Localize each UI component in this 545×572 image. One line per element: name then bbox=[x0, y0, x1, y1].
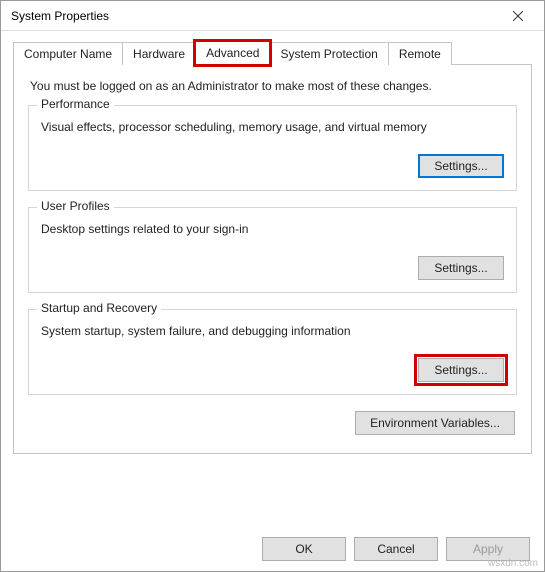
cancel-button[interactable]: Cancel bbox=[354, 537, 438, 561]
ok-button[interactable]: OK bbox=[262, 537, 346, 561]
environment-variables-button[interactable]: Environment Variables... bbox=[355, 411, 515, 435]
tab-computer-name[interactable]: Computer Name bbox=[13, 42, 123, 65]
group-startup-recovery-desc: System startup, system failure, and debu… bbox=[41, 324, 504, 338]
tab-advanced[interactable]: Advanced bbox=[195, 41, 270, 65]
dialog-content: Computer Name Hardware Advanced System P… bbox=[1, 31, 544, 454]
close-icon bbox=[513, 11, 523, 21]
performance-settings-button[interactable]: Settings... bbox=[418, 154, 504, 178]
tabstrip: Computer Name Hardware Advanced System P… bbox=[13, 41, 532, 65]
admin-notice: You must be logged on as an Administrato… bbox=[30, 79, 517, 93]
dialog-footer: OK Cancel Apply bbox=[262, 537, 530, 561]
titlebar: System Properties bbox=[1, 1, 544, 31]
user-profiles-settings-button[interactable]: Settings... bbox=[418, 256, 504, 280]
group-user-profiles: User Profiles Desktop settings related t… bbox=[28, 207, 517, 293]
close-button[interactable] bbox=[498, 2, 538, 30]
group-startup-recovery: Startup and Recovery System startup, sys… bbox=[28, 309, 517, 395]
window-title: System Properties bbox=[11, 9, 498, 23]
apply-button[interactable]: Apply bbox=[446, 537, 530, 561]
group-performance-desc: Visual effects, processor scheduling, me… bbox=[41, 120, 504, 134]
group-user-profiles-title: User Profiles bbox=[37, 199, 114, 213]
tab-panel-advanced: You must be logged on as an Administrato… bbox=[13, 65, 532, 454]
tab-system-protection[interactable]: System Protection bbox=[269, 42, 388, 65]
group-performance-title: Performance bbox=[37, 97, 114, 111]
tab-hardware[interactable]: Hardware bbox=[122, 42, 196, 65]
group-user-profiles-desc: Desktop settings related to your sign-in bbox=[41, 222, 504, 236]
tab-remote[interactable]: Remote bbox=[388, 42, 452, 65]
group-performance: Performance Visual effects, processor sc… bbox=[28, 105, 517, 191]
group-startup-recovery-title: Startup and Recovery bbox=[37, 301, 161, 315]
startup-recovery-settings-button[interactable]: Settings... bbox=[418, 358, 504, 382]
